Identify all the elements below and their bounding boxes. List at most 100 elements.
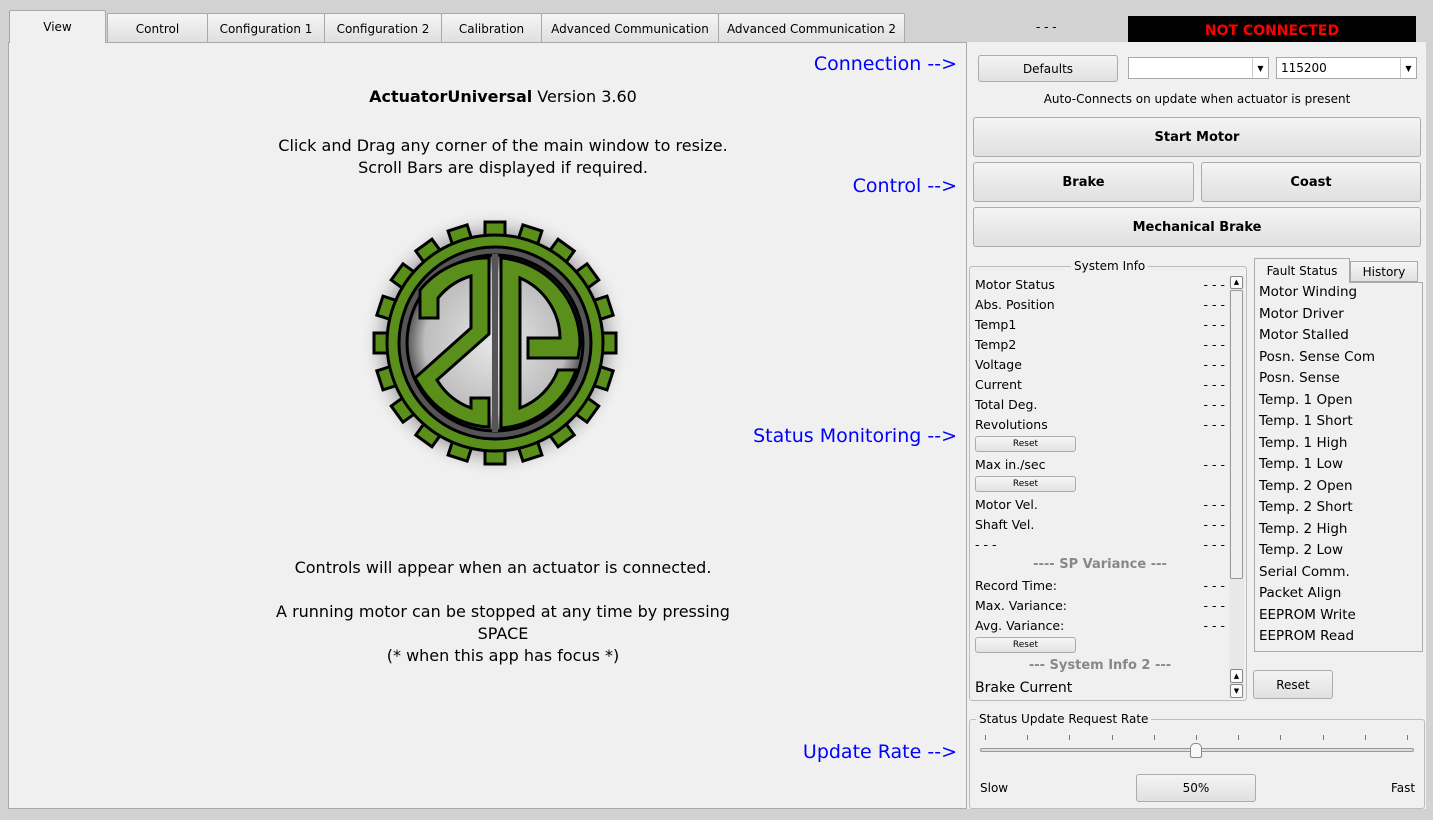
update-rate-title: Status Update Request Rate [976,712,1152,726]
app-title: ActuatorUniversal Version 3.60 [8,86,998,108]
scroll-up-icon[interactable]: ▲ [1230,276,1243,289]
slider-handle[interactable] [1190,743,1202,758]
system-info-row: Record Time: - - - [975,575,1225,595]
tab-history[interactable]: History [1350,261,1418,282]
fault-item: Temp. 2 Open [1259,477,1353,494]
tab-calibration[interactable]: Calibration [441,13,542,43]
fault-item: Posn. Sense [1259,370,1340,386]
fault-item: Temp. 1 High [1259,434,1348,451]
row-label: Avg. Variance: [975,617,1065,633]
system-info-scrollbar[interactable]: ▲ ▲ ▼ [1229,276,1244,698]
fault-item: EEPROM Write [1259,606,1356,623]
slider-tick [1364,735,1366,740]
system-info-row: Current - - - [975,374,1225,394]
mechanical-brake-button[interactable]: Mechanical Brake [973,207,1421,247]
system-info-row: Brake Current [975,678,1225,698]
row-label: Temp2 [975,336,1017,352]
coast-button[interactable]: Coast [1201,162,1421,202]
tab-configuration-2[interactable]: Configuration 2 [324,13,442,43]
update-rate-value-button[interactable]: 50% [1136,774,1256,802]
slow-label: Slow [980,781,1009,795]
scrollbar-thumb[interactable] [1230,290,1243,579]
app-name: ActuatorUniversal [369,87,533,106]
reset-variance-button[interactable]: Reset [975,637,1076,653]
row-value: - - - [1203,597,1225,613]
system-info-row: Revolutions - - - [975,414,1225,434]
fault-item: Serial Comm. [1259,563,1350,580]
defaults-button[interactable]: Defaults [978,55,1118,82]
tab-advanced-communication-2[interactable]: Advanced Communication 2 [718,13,905,43]
resize-note-1: Click and Drag any corner of the main wi… [278,136,728,155]
row-label: Max. Variance: [975,597,1067,613]
system-info-row: Total Deg. - - - [975,394,1225,414]
row-value: - - - [1203,516,1225,532]
fast-label: Fast [1391,781,1416,795]
slider-tick [1153,735,1155,740]
fault-reset-button[interactable]: Reset [1253,670,1333,699]
slider-tick [1069,735,1071,740]
scroll-down-icon[interactable]: ▼ [1230,684,1243,698]
slider-tick [1407,735,1408,740]
row-value: - - - [1203,376,1225,392]
system-info-row: - - -- - - [975,534,1225,554]
stop-note-2: SPACE [477,624,529,643]
status-placeholder: - - - [1036,20,1057,34]
reset-revolutions-button[interactable]: Reset [975,436,1076,452]
system-info-row: Motor Status - - - [975,274,1225,294]
system-info-title: System Info [1071,259,1149,273]
system-info-2-header: --- System Info 2 --- [1028,658,1172,673]
fault-item: Temp. 2 Low [1259,542,1344,558]
status-pointer: Status Monitoring --> [753,425,957,447]
row-label: Max in./sec [975,456,1046,472]
row-value: - - - [1203,316,1225,332]
system-info-row: Voltage - - - [975,354,1225,374]
tab-control[interactable]: Control [107,13,208,43]
connection-pointer: Connection --> [813,53,957,75]
slider-tick [1111,735,1113,740]
scroll-up-icon[interactable]: ▲ [1230,669,1243,683]
system-info-row: Shaft Vel. - - - [975,514,1225,534]
start-motor-button[interactable]: Start Motor [973,117,1421,157]
fault-item: Motor Winding [1259,284,1358,300]
row-value: - - - [1203,496,1225,512]
tab-advanced-communication[interactable]: Advanced Communication [541,13,719,43]
logo-2g [360,210,630,478]
baud-select[interactable]: 115200 ▼ [1276,57,1417,79]
tab-view[interactable]: View [9,10,106,43]
port-select[interactable]: ▼ [1128,57,1269,79]
resize-note-2: Scroll Bars are displayed if required. [358,158,648,177]
system-info-row: Motor Vel. - - - [975,494,1225,514]
system-info-row: Temp2 - - - [975,334,1225,354]
slider-tick [1027,735,1029,740]
brake-button[interactable]: Brake [973,162,1194,202]
slider-tick [1238,735,1240,740]
tab-fault-status[interactable]: Fault Status [1254,258,1350,283]
slider-tick [1322,735,1324,740]
stop-note-1: A running motor can be stopped at any ti… [276,602,730,621]
reset-max-speed-button[interactable]: Reset [975,476,1076,492]
baud-value: 115200 [1281,61,1327,75]
row-label: Brake Current [975,680,1073,696]
row-label: Revolutions [975,416,1048,432]
row-label: Voltage [975,356,1022,372]
fault-item: Packet Align [1259,585,1342,601]
system-info-row: Avg. Variance: - - - [975,615,1225,635]
row-value: - - - [1203,617,1225,633]
row-value: - - - [1203,296,1225,312]
row-value: - - - [1203,536,1225,552]
row-value: - - - [1203,276,1225,292]
row-label: Record Time: [975,577,1057,593]
update-rate-pointer: Update Rate --> [802,741,957,763]
control-pointer: Control --> [852,175,957,197]
row-label: Motor Status [975,276,1055,292]
system-info-row: Abs. Position - - - [975,294,1225,314]
tab-configuration-1[interactable]: Configuration 1 [207,13,325,43]
row-value: - - - [1203,577,1225,593]
system-info-row: Max in./sec - - - [975,454,1225,474]
connection-status: NOT CONNECTED [1128,16,1416,45]
chevron-down-icon: ▼ [1252,58,1268,78]
row-label: Current [975,376,1022,392]
fault-item: EEPROM Read [1259,628,1355,644]
row-value: - - - [1203,336,1225,352]
row-value: - - - [1203,356,1225,372]
